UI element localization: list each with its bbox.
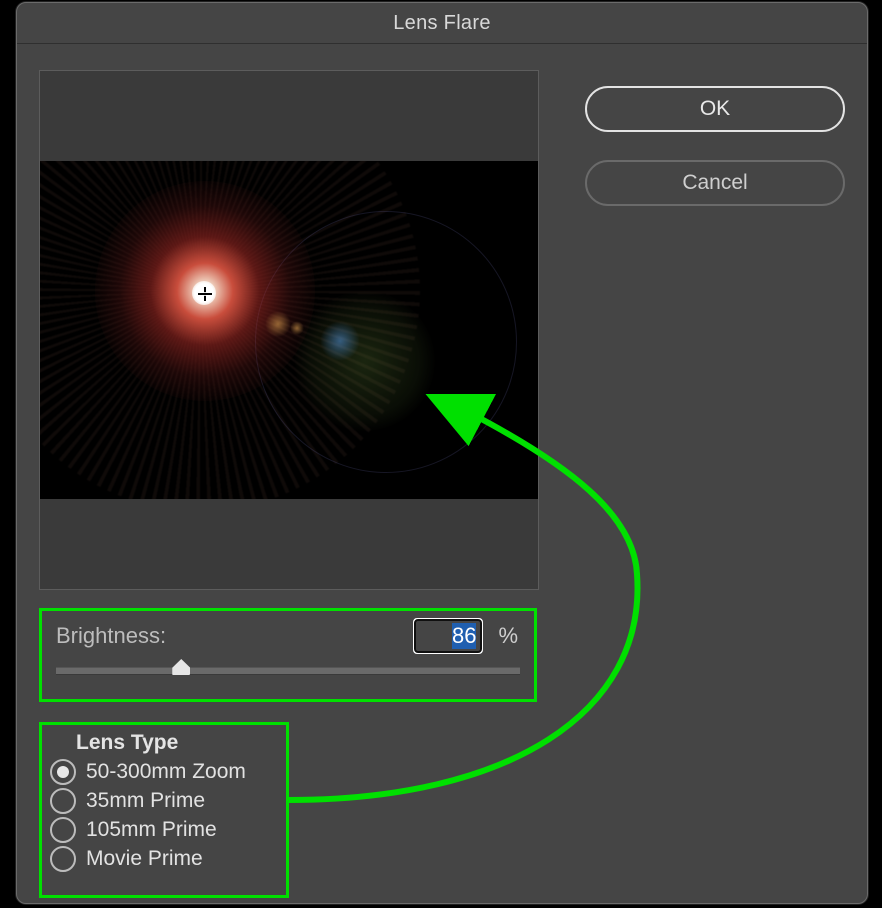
radio-icon bbox=[50, 788, 76, 814]
lens-type-option[interactable]: 105mm Prime bbox=[50, 817, 278, 843]
flare-green-ghost bbox=[295, 291, 435, 431]
lens-type-option[interactable]: 35mm Prime bbox=[50, 788, 278, 814]
flare-rays bbox=[40, 161, 420, 499]
titlebar: Lens Flare bbox=[17, 3, 867, 44]
lens-type-legend: Lens Type bbox=[76, 731, 278, 755]
radio-icon bbox=[50, 817, 76, 843]
ok-button[interactable]: OK bbox=[585, 86, 845, 132]
flare-blue-ghost bbox=[320, 321, 360, 361]
flare-center-handle[interactable] bbox=[198, 287, 212, 301]
lens-type-panel: Lens Type 50-300mm Zoom 35mm Prime 105mm P… bbox=[39, 722, 289, 898]
flare-ghost-dot bbox=[290, 321, 304, 335]
radio-icon bbox=[50, 759, 76, 785]
brightness-label: Brightness: bbox=[56, 623, 414, 649]
preview-image[interactable] bbox=[40, 161, 538, 499]
lens-type-option-label: 35mm Prime bbox=[86, 789, 205, 813]
dialog-title: Lens Flare bbox=[393, 12, 491, 35]
brightness-slider[interactable] bbox=[56, 667, 520, 675]
dialog-content: OK Cancel Brightness: % Lens Type 50-300… bbox=[17, 44, 867, 904]
radio-icon bbox=[50, 846, 76, 872]
lens-type-option-label: Movie Prime bbox=[86, 847, 203, 871]
brightness-input[interactable] bbox=[414, 619, 482, 653]
brightness-slider-thumb[interactable] bbox=[172, 659, 190, 675]
flare-ring bbox=[255, 211, 517, 473]
lens-type-option[interactable]: 50-300mm Zoom bbox=[50, 759, 278, 785]
lens-type-option-label: 105mm Prime bbox=[86, 818, 217, 842]
flare-ghost-dot bbox=[265, 311, 291, 337]
brightness-row: Brightness: % bbox=[56, 619, 520, 653]
ok-button-label: OK bbox=[700, 97, 730, 121]
brightness-unit: % bbox=[482, 623, 520, 649]
lens-type-option[interactable]: Movie Prime bbox=[50, 846, 278, 872]
lens-flare-dialog: Lens Flare OK Cancel bbox=[16, 2, 868, 904]
lens-type-option-label: 50-300mm Zoom bbox=[86, 760, 246, 784]
preview-well bbox=[39, 70, 539, 590]
cancel-button[interactable]: Cancel bbox=[585, 160, 845, 206]
brightness-panel: Brightness: % bbox=[39, 608, 537, 702]
cancel-button-label: Cancel bbox=[682, 171, 747, 195]
